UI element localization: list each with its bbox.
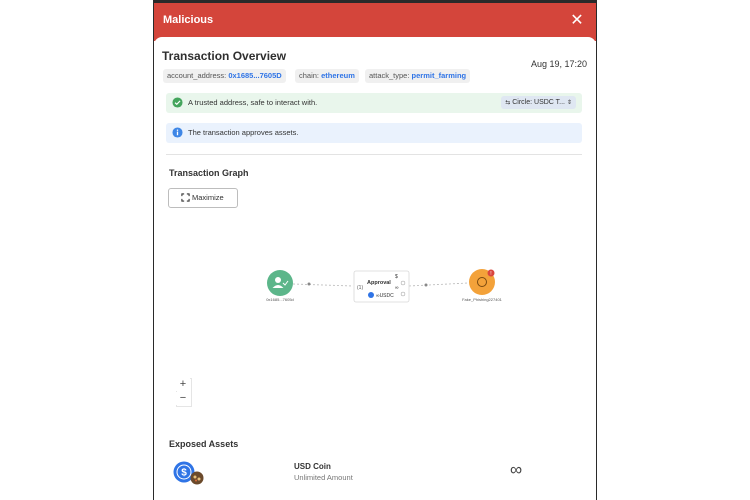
token-select-icon: ⇆	[505, 100, 511, 106]
maximize-label: Maximize	[192, 193, 224, 202]
chip-key: chain:	[299, 71, 320, 80]
close-icon[interactable]: ✕	[568, 12, 586, 30]
approval-amount: ∞	[395, 285, 399, 291]
edge-dot	[424, 283, 428, 287]
chip-value: permit_farming	[411, 71, 467, 80]
graph-title: Transaction Graph	[169, 168, 249, 178]
check-circle-icon	[172, 97, 183, 108]
info-alert: The transaction approves assets.	[166, 123, 582, 143]
target-node-label: Fake_Phishing227401	[462, 297, 503, 302]
info-alert-text: The transaction approves assets.	[188, 128, 299, 137]
approval-title: Approval	[367, 280, 391, 286]
approval-token: ∞USDC	[376, 293, 394, 299]
chip-account-address: account_address: 0x1685...7605D	[163, 69, 286, 83]
asset-row[interactable]: $ USD Coin Unlimited Amount ∞	[154, 457, 596, 487]
source-node[interactable]	[267, 270, 293, 296]
zoom-out-button[interactable]: −	[176, 392, 190, 405]
chip-value: 0x1685...7605D	[228, 71, 282, 80]
chip-attack-type: attack_type: permit_farming	[365, 69, 471, 83]
info-icon	[172, 127, 183, 138]
chip-chain: chain: ethereum	[295, 69, 359, 83]
usdc-token-icon	[368, 292, 374, 298]
warning-badge-text: !	[490, 271, 491, 277]
modal-content: Transaction Overview Aug 19, 17:20 accou…	[154, 37, 596, 500]
chip-value: ethereum	[321, 71, 355, 80]
token-select[interactable]: ⇆ Circle: USDC T... ⇕	[501, 96, 576, 109]
divider	[166, 154, 582, 155]
expand-icon	[181, 193, 190, 202]
modal-header: Malicious ✕	[154, 3, 596, 41]
chip-key: account_address:	[167, 71, 227, 80]
success-alert: A trusted address, safe to interact with…	[166, 93, 582, 113]
svg-text:$: $	[181, 468, 187, 479]
exposed-assets-title: Exposed Assets	[169, 439, 239, 449]
token-select-label: Circle: USDC T...	[512, 99, 566, 106]
edge-source-approval	[292, 283, 354, 287]
zoom-in-button[interactable]: +	[176, 378, 190, 391]
edge-approval-target	[408, 282, 469, 287]
chip-key: attack_type:	[369, 71, 410, 80]
spender-avatar-icon	[190, 471, 204, 485]
asset-amount: Unlimited Amount	[294, 473, 353, 482]
overview-title: Transaction Overview	[162, 49, 287, 63]
infinity-icon: ∞	[510, 460, 523, 479]
maximize-button[interactable]: Maximize	[168, 188, 238, 208]
source-node-label: 0x1685...7605d	[266, 297, 294, 302]
transaction-modal: Malicious ✕ Transaction Overview Aug 19,…	[154, 3, 596, 500]
modal-title: Malicious	[163, 14, 214, 26]
approval-symbol: $	[395, 274, 398, 280]
chevron-updown-icon: ⇕	[566, 100, 572, 106]
approval-index: (1)	[357, 285, 363, 291]
transaction-graph: 0x1685...7605d Approval $ ∞ (1) ∞USDC ! …	[266, 269, 503, 303]
success-alert-text: A trusted address, safe to interact with…	[188, 98, 318, 107]
edge-dot	[307, 282, 311, 286]
asset-name: USD Coin	[294, 462, 331, 471]
timestamp: Aug 19, 17:20	[530, 59, 587, 69]
